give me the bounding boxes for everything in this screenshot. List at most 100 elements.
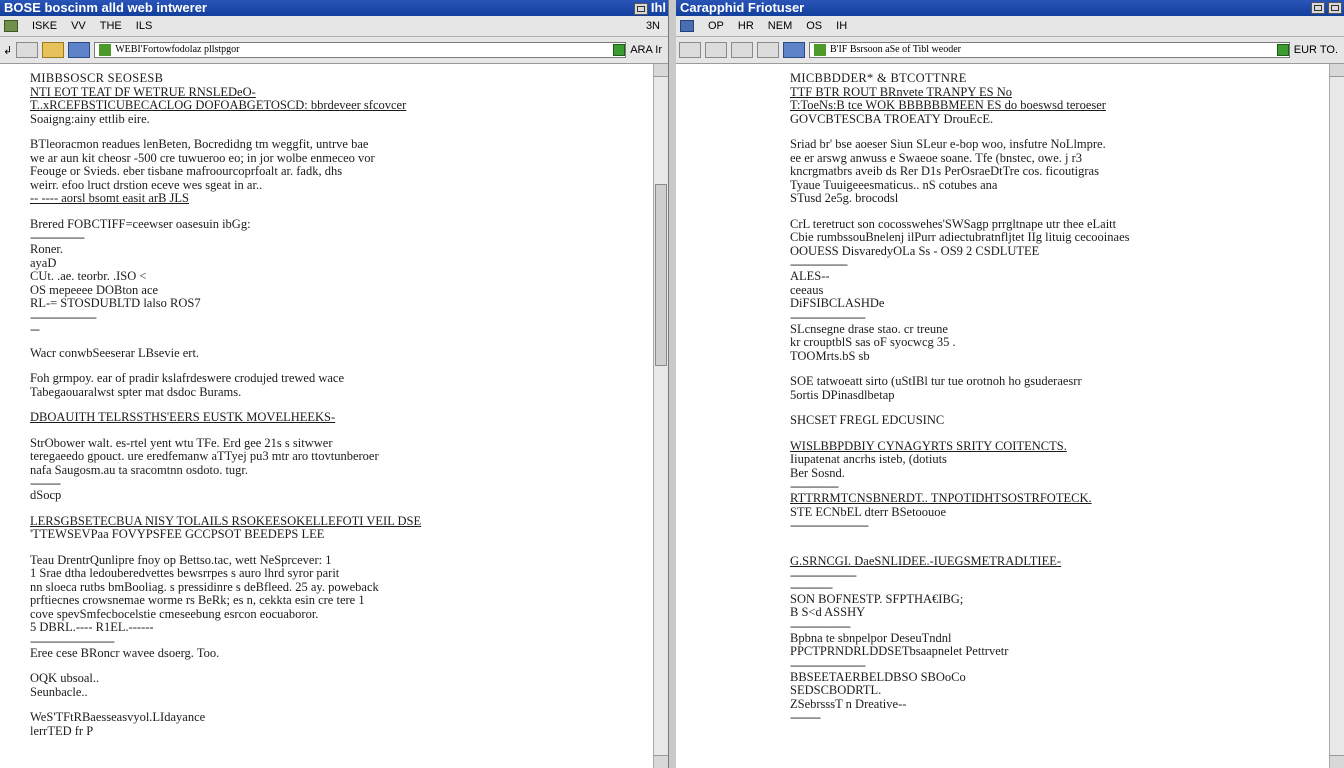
text-line: Feouge or Svieds. eber tisbane mafroourc… bbox=[30, 165, 343, 178]
text-line: OQK ubsoal.. bbox=[30, 672, 100, 685]
restore-button[interactable] bbox=[633, 3, 648, 15]
scroll-down-icon[interactable] bbox=[654, 755, 668, 768]
back-button[interactable] bbox=[679, 42, 701, 58]
menu-bar: OP HR NEM OS IH bbox=[676, 16, 1344, 37]
menu-item-3[interactable]: NEM bbox=[768, 16, 792, 36]
scroll-up-icon[interactable] bbox=[654, 64, 668, 77]
document-icon[interactable] bbox=[731, 42, 753, 58]
address-text: B'IF Bsrsoon aSe of Tibl weoder bbox=[830, 44, 961, 55]
menu-item-2[interactable]: VV bbox=[71, 16, 86, 36]
tool-bar: ↲ WEBI'Fortowfodolaz pllstpgor ARA Ir bbox=[0, 37, 668, 64]
text-line: SEDSCBODRTL. bbox=[790, 684, 882, 697]
browser-window-right: Carapphid Friotuser OP HR NEM OS IH B'IF… bbox=[676, 0, 1344, 768]
text-line: STE ECNbEL dterr BSetoouoe bbox=[790, 505, 947, 519]
menu-item-3[interactable]: THE bbox=[100, 16, 122, 36]
title-right-text: Ihl bbox=[650, 0, 666, 15]
go-button[interactable] bbox=[1276, 44, 1289, 56]
menu-item-4[interactable]: ILS bbox=[136, 16, 153, 36]
scroll-down-icon[interactable] bbox=[1330, 755, 1344, 768]
title-bar[interactable]: BOSE boscinm alld web intwerer Ihl bbox=[0, 0, 668, 16]
text-line: Seunbacle.. bbox=[30, 685, 88, 699]
folder-icon[interactable] bbox=[42, 42, 65, 58]
text-line: ceeaus bbox=[790, 283, 824, 297]
text-line: DBOAUITH TELRSSTHS'EERS EUSTK MOVELHEEKS… bbox=[30, 411, 336, 424]
go-button[interactable] bbox=[613, 44, 626, 56]
text-line: Foh grmpoy. ear of pradir kslafrdeswere … bbox=[30, 372, 344, 385]
address-bar[interactable]: B'IF Bsrsoon aSe of Tibl weoder bbox=[809, 42, 1290, 58]
menu-item-5[interactable]: IH bbox=[836, 16, 847, 36]
text-line: 5ortis DPinasdlbetap bbox=[790, 388, 895, 402]
text-line: T:ToeNs:B tce WOK BBBBBBMEEN ES do boesw… bbox=[790, 99, 1106, 112]
window-title: BOSE boscinm alld web intwerer bbox=[4, 0, 207, 15]
address-bar[interactable]: WEBI'Fortowfodolaz pllstpgor bbox=[94, 42, 627, 58]
text-line: SOE tatwoeatt sirto (uStIBl tur tue orot… bbox=[790, 375, 1082, 388]
text-line: Bpbna te sbnpelpor DeseuTndnl bbox=[790, 631, 952, 645]
text-line: nn sloeca rutbs bmBooliag. s pressidinre… bbox=[30, 580, 379, 594]
vertical-scrollbar[interactable] bbox=[653, 64, 668, 768]
document-area: MIBBSOSCR SEOSESB NTI EOT TEAT DF WETRUE … bbox=[0, 64, 654, 768]
text-line: Iiupatenat ancrhs isteb, (dotiuts bbox=[790, 453, 947, 466]
text-line: -- ---- aorsl bsomt easit arB JLS bbox=[30, 192, 189, 205]
blank-page-button[interactable] bbox=[16, 42, 39, 58]
vertical-scrollbar[interactable] bbox=[1329, 64, 1344, 768]
text-line: B S<d ASSHY bbox=[790, 606, 866, 619]
text-line: MICBBDDER* & BTCOTTNRE bbox=[790, 72, 967, 85]
menu-item-2[interactable]: HR bbox=[738, 16, 754, 36]
text-line: Cbie rumbssouBnelenj ilPurr adiectubratn… bbox=[790, 231, 1130, 244]
menu-item-4[interactable]: OS bbox=[806, 16, 822, 36]
text-line: T..xRCEFBSTICUBECACLOG DOFOABGETOSCD: bb… bbox=[30, 99, 407, 112]
window-title: Carapphid Friotuser bbox=[680, 0, 805, 15]
text-line: weirr. efoo lruct drstion eceve wes sgea… bbox=[30, 178, 263, 192]
text-line: TOOMrts.bS sb bbox=[790, 349, 870, 363]
text-line: OOUESS DisvaredyOLa Ss - OS9 2 CSDLUTEE bbox=[790, 244, 1040, 258]
text-line: ALES-- bbox=[790, 270, 830, 283]
text-line: kncrgmatbrs aveib ds Rer D1s PerOsraeDtT… bbox=[790, 165, 1099, 178]
text-line: lerrTED fr P bbox=[30, 724, 94, 738]
menu-bar: ISKE VV THE ILS 3N bbox=[0, 16, 668, 37]
address-text: WEBI'Fortowfodolaz pllstpgor bbox=[115, 44, 240, 55]
scroll-up-icon[interactable] bbox=[1330, 64, 1344, 77]
page-icon[interactable] bbox=[68, 42, 91, 58]
toolbar-right-label: ARA Ir bbox=[630, 44, 662, 56]
blank-page-button[interactable] bbox=[705, 42, 727, 58]
document-text: MIBBSOSCR SEOSESB NTI EOT TEAT DF WETRUE … bbox=[0, 72, 654, 738]
text-line: Tyaue Tuuigeeesmaticus.. nS cotubes ana bbox=[790, 178, 998, 192]
text-line: WeS'TFtRBaesseasvyol.LIdayance bbox=[30, 711, 206, 724]
text-line: Tabegaouaralwst spter mat dsdoc Burams. bbox=[30, 385, 242, 399]
text-line: RL-= STOSDUBLTD lalso ROS7 bbox=[30, 297, 201, 310]
text-line: dSocp bbox=[30, 489, 62, 502]
grid-icon[interactable] bbox=[757, 42, 779, 58]
page-icon[interactable] bbox=[783, 42, 805, 58]
close-button[interactable] bbox=[1328, 2, 1342, 14]
separator-line: ---------------------- bbox=[30, 310, 97, 323]
restore-button[interactable] bbox=[1311, 2, 1325, 14]
menu-item-1[interactable]: ISKE bbox=[32, 16, 57, 36]
separator-line: --- bbox=[30, 322, 40, 335]
separator-line: ---------------------- bbox=[790, 568, 857, 581]
title-bar[interactable]: Carapphid Friotuser bbox=[676, 0, 1344, 16]
text-line: DiFSIBCLASHDe bbox=[790, 297, 885, 310]
back-arrow-icon[interactable]: ↲ bbox=[3, 44, 12, 57]
separator-line: -------------------------- bbox=[790, 519, 869, 531]
separator-line: -------------------- bbox=[790, 619, 851, 632]
site-icon bbox=[814, 44, 826, 56]
text-line: 5 DBRL.---- R1EL.------ bbox=[30, 621, 154, 634]
text-line: STusd 2e5g. brocodsl bbox=[790, 192, 899, 205]
menu-item-1[interactable]: OP bbox=[708, 16, 724, 36]
separator-line: -------------- bbox=[790, 580, 833, 593]
tool-bar: B'IF Bsrsoon aSe of Tibl weoder EUR TO. bbox=[676, 37, 1344, 64]
scroll-thumb[interactable] bbox=[655, 184, 667, 366]
text-line: Sriad br' bse aoeser Siun SLeur e-bop wo… bbox=[790, 138, 1106, 151]
text-line: Eree cese BRoncr wavee dsoerg. Too. bbox=[30, 646, 220, 660]
separator-line: ------------------ bbox=[30, 231, 85, 243]
